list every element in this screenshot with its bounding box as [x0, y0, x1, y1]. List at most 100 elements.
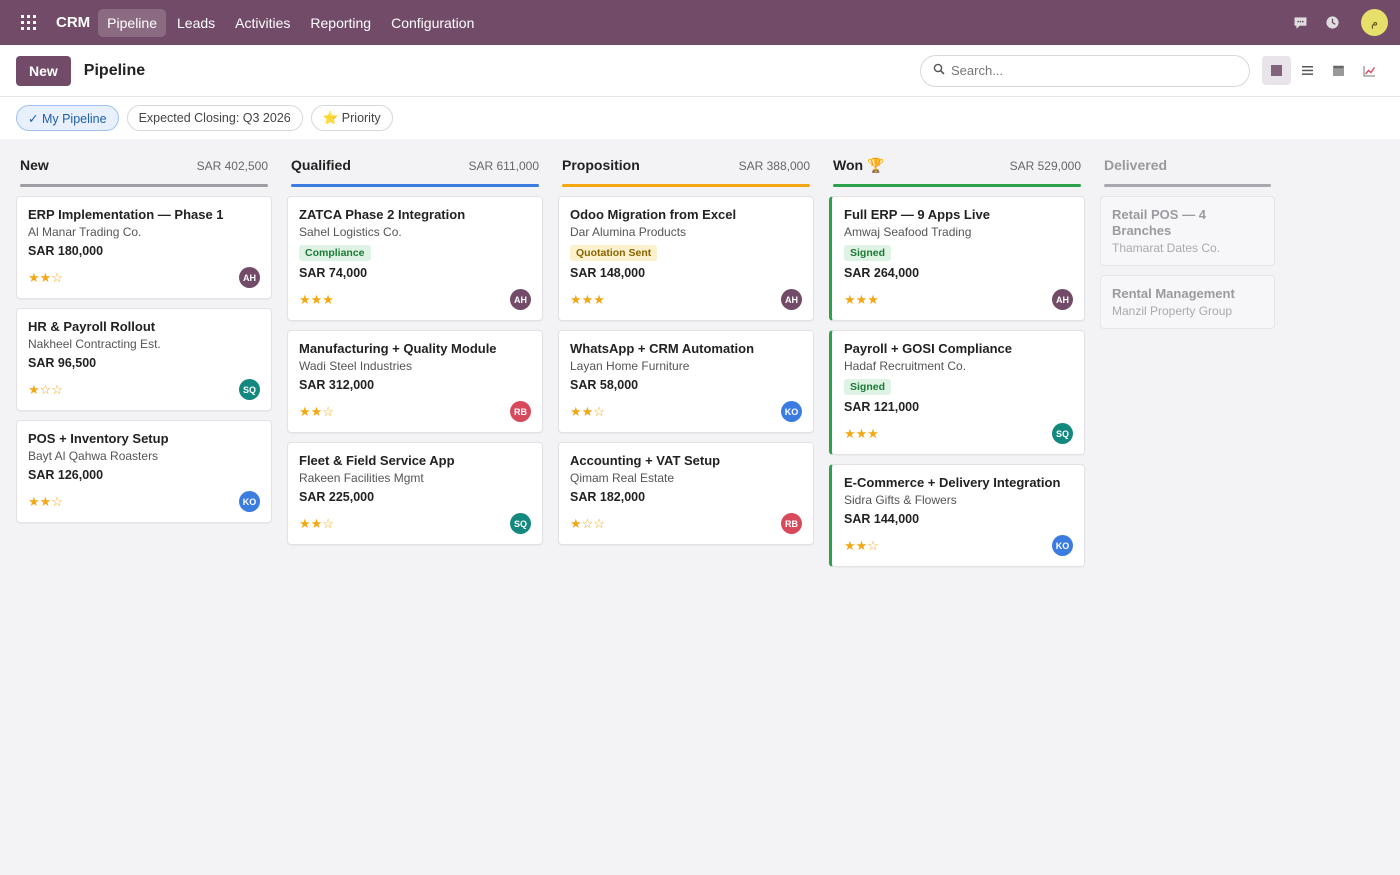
card-title: Rental Management: [1112, 286, 1235, 301]
user-avatar[interactable]: م: [1361, 9, 1388, 36]
opportunity-card[interactable]: E-Commerce + Delivery Integration Sidra …: [829, 464, 1085, 567]
column-header[interactable]: New SAR 402,500: [16, 157, 272, 177]
column-total: SAR 402,500: [196, 159, 268, 173]
opportunity-card[interactable]: POS + Inventory Setup Bayt Al Qahwa Roas…: [16, 420, 272, 523]
priority-stars[interactable]: ★★☆: [299, 516, 334, 532]
card-amount: SAR 148,000: [570, 266, 646, 280]
column-progress-bar: [562, 184, 810, 187]
opportunity-card[interactable]: Full ERP — 9 Apps Live Amwaj Seafood Tra…: [829, 196, 1085, 321]
card-amount: SAR 126,000: [28, 468, 104, 482]
card-title: POS + Inventory Setup: [28, 431, 169, 446]
priority-stars[interactable]: ★★★: [844, 426, 879, 442]
salesperson-avatar[interactable]: SQ: [239, 379, 260, 400]
card-company: Al Manar Trading Co.: [28, 225, 142, 239]
column-delivered: Delivered Retail POS — 4 Branches Thamar…: [1100, 157, 1275, 576]
list-view-button[interactable]: [1293, 56, 1322, 85]
card-title: Retail POS — 4 Branches: [1112, 207, 1206, 238]
card-amount: SAR 121,000: [844, 400, 920, 414]
priority-stars[interactable]: ★★☆: [844, 538, 879, 554]
opportunity-card[interactable]: Manufacturing + Quality Module Wadi Stee…: [287, 330, 543, 433]
column-progress-bar: [20, 184, 268, 187]
salesperson-avatar[interactable]: KO: [239, 491, 260, 512]
card-amount: SAR 264,000: [844, 266, 920, 280]
priority-stars[interactable]: ★☆☆: [570, 516, 605, 532]
menu-pipeline[interactable]: Pipeline: [98, 8, 166, 37]
filter-bar: ✓ My Pipeline Expected Closing: Q3 2026 …: [0, 97, 1400, 139]
opportunity-card[interactable]: Odoo Migration from Excel Dar Alumina Pr…: [558, 196, 814, 321]
graph-icon: [1363, 65, 1376, 76]
salesperson-avatar[interactable]: AH: [510, 289, 531, 310]
salesperson-avatar[interactable]: RB: [781, 513, 802, 534]
filter-priority[interactable]: ⭐ Priority: [310, 105, 393, 131]
control-panel: New Pipeline: [0, 45, 1400, 97]
salesperson-avatar[interactable]: AH: [781, 289, 802, 310]
top-navbar: CRM Pipeline Leads Activities Reporting …: [0, 0, 1400, 45]
card-title: ZATCA Phase 2 Integration: [299, 207, 466, 222]
salesperson-avatar[interactable]: KO: [1052, 535, 1073, 556]
card-amount: SAR 74,000: [299, 266, 368, 280]
priority-stars[interactable]: ★★☆: [28, 494, 63, 510]
card-title: E-Commerce + Delivery Integration: [844, 475, 1061, 490]
opportunity-card[interactable]: Fleet & Field Service App Rakeen Facilit…: [287, 442, 543, 545]
opportunity-card[interactable]: Retail POS — 4 Branches Thamarat Dates C…: [1100, 196, 1275, 266]
search-icon: [933, 62, 945, 80]
card-company: Nakheel Contracting Est.: [28, 337, 161, 351]
priority-stars[interactable]: ★★★: [844, 292, 879, 308]
column-total: SAR 529,000: [1009, 159, 1081, 173]
menu-leads[interactable]: Leads: [168, 9, 224, 37]
opportunity-card[interactable]: Accounting + VAT Setup Qimam Real Estate…: [558, 442, 814, 545]
priority-stars[interactable]: ★★★: [299, 292, 334, 308]
priority-stars[interactable]: ★★☆: [570, 404, 605, 420]
opportunity-card[interactable]: HR & Payroll Rollout Nakheel Contracting…: [16, 308, 272, 411]
kanban-board: New SAR 402,500 ERP Implementation — Pha…: [0, 139, 1400, 576]
column-header[interactable]: Proposition SAR 388,000: [558, 157, 814, 177]
salesperson-avatar[interactable]: KO: [781, 401, 802, 422]
salesperson-avatar[interactable]: AH: [1052, 289, 1073, 310]
opportunity-card[interactable]: Payroll + GOSI Compliance Hadaf Recruitm…: [829, 330, 1085, 455]
activity-clock-icon[interactable]: [1323, 14, 1341, 32]
priority-stars[interactable]: ★★☆: [299, 404, 334, 420]
app-name[interactable]: CRM: [56, 14, 90, 31]
search-input[interactable]: [951, 63, 1221, 78]
opportunity-card[interactable]: Rental Management Manzil Property Group: [1100, 275, 1275, 329]
menu-reporting[interactable]: Reporting: [301, 9, 380, 37]
salesperson-avatar[interactable]: SQ: [1052, 423, 1073, 444]
priority-stars[interactable]: ★☆☆: [28, 382, 63, 398]
view-switcher: [1262, 56, 1384, 85]
calendar-view-button[interactable]: [1324, 56, 1353, 85]
chat-icon[interactable]: [1291, 14, 1309, 32]
opportunity-card[interactable]: ERP Implementation — Phase 1 Al Manar Tr…: [16, 196, 272, 299]
filter-expected-closing[interactable]: Expected Closing: Q3 2026: [126, 105, 303, 131]
card-title: HR & Payroll Rollout: [28, 319, 156, 334]
menu-configuration[interactable]: Configuration: [382, 9, 483, 37]
card-company: Wadi Steel Industries: [299, 359, 412, 373]
salesperson-avatar[interactable]: AH: [239, 267, 260, 288]
apps-menu-icon[interactable]: [12, 7, 44, 39]
tag-badge: Signed: [844, 379, 892, 395]
card-amount: SAR 182,000: [570, 490, 646, 504]
search-bar[interactable]: [920, 54, 1250, 87]
card-company: Sahel Logistics Co.: [299, 225, 402, 239]
column-progress-bar: [291, 184, 539, 187]
graph-view-button[interactable]: [1355, 56, 1384, 85]
page-title: Pipeline: [83, 61, 146, 79]
column-header[interactable]: Delivered: [1100, 157, 1275, 177]
new-button[interactable]: New: [16, 55, 71, 86]
menu-activities[interactable]: Activities: [226, 9, 299, 37]
kanban-view-button[interactable]: [1262, 56, 1291, 85]
priority-stars[interactable]: ★★☆: [28, 270, 63, 286]
card-title: Fleet & Field Service App: [299, 453, 455, 468]
priority-stars[interactable]: ★★★: [570, 292, 605, 308]
salesperson-avatar[interactable]: SQ: [510, 513, 531, 534]
opportunity-card[interactable]: WhatsApp + CRM Automation Layan Home Fur…: [558, 330, 814, 433]
filter-my-pipeline[interactable]: ✓ My Pipeline: [16, 105, 119, 131]
column-qualified: Qualified SAR 611,000 ZATCA Phase 2 Inte…: [287, 157, 543, 576]
card-amount: SAR 96,500: [28, 356, 97, 370]
calendar-icon: [1333, 65, 1344, 76]
card-company: Rakeen Facilities Mgmt: [299, 471, 424, 485]
column-header[interactable]: Qualified SAR 611,000: [287, 157, 543, 177]
opportunity-card[interactable]: ZATCA Phase 2 Integration Sahel Logistic…: [287, 196, 543, 321]
column-header[interactable]: Won 🏆 SAR 529,000: [829, 157, 1085, 177]
salesperson-avatar[interactable]: RB: [510, 401, 531, 422]
column-progress-bar: [1104, 184, 1271, 187]
